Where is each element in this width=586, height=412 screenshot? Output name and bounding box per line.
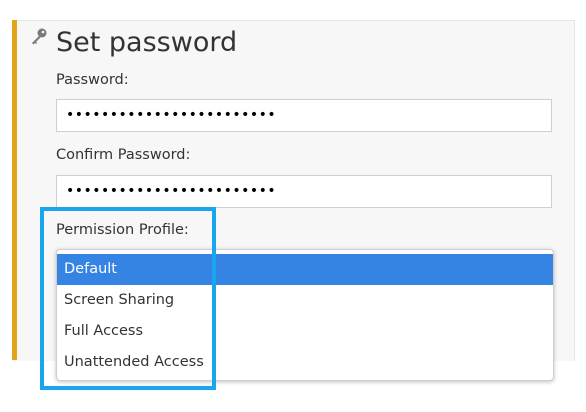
- option-unattended-access[interactable]: Unattended Access: [57, 347, 553, 378]
- confirm-password-value: ••••••••••••••••••••••••: [66, 183, 277, 199]
- permission-profile-label: Permission Profile:: [56, 222, 189, 238]
- confirm-password-field[interactable]: ••••••••••••••••••••••••: [56, 175, 552, 208]
- page-title: Set password: [56, 27, 238, 58]
- option-default[interactable]: Default: [57, 254, 553, 285]
- key-icon: [29, 27, 49, 47]
- confirm-password-label: Confirm Password:: [56, 147, 191, 163]
- password-label: Password:: [56, 72, 129, 88]
- password-field[interactable]: ••••••••••••••••••••••••: [56, 99, 552, 132]
- password-value: ••••••••••••••••••••••••: [66, 107, 277, 123]
- option-full-access[interactable]: Full Access: [57, 316, 553, 347]
- accent-bar: [12, 20, 17, 360]
- permission-profile-dropdown[interactable]: Default Screen Sharing Full Access Unatt…: [56, 249, 554, 381]
- option-screen-sharing[interactable]: Screen Sharing: [57, 285, 553, 316]
